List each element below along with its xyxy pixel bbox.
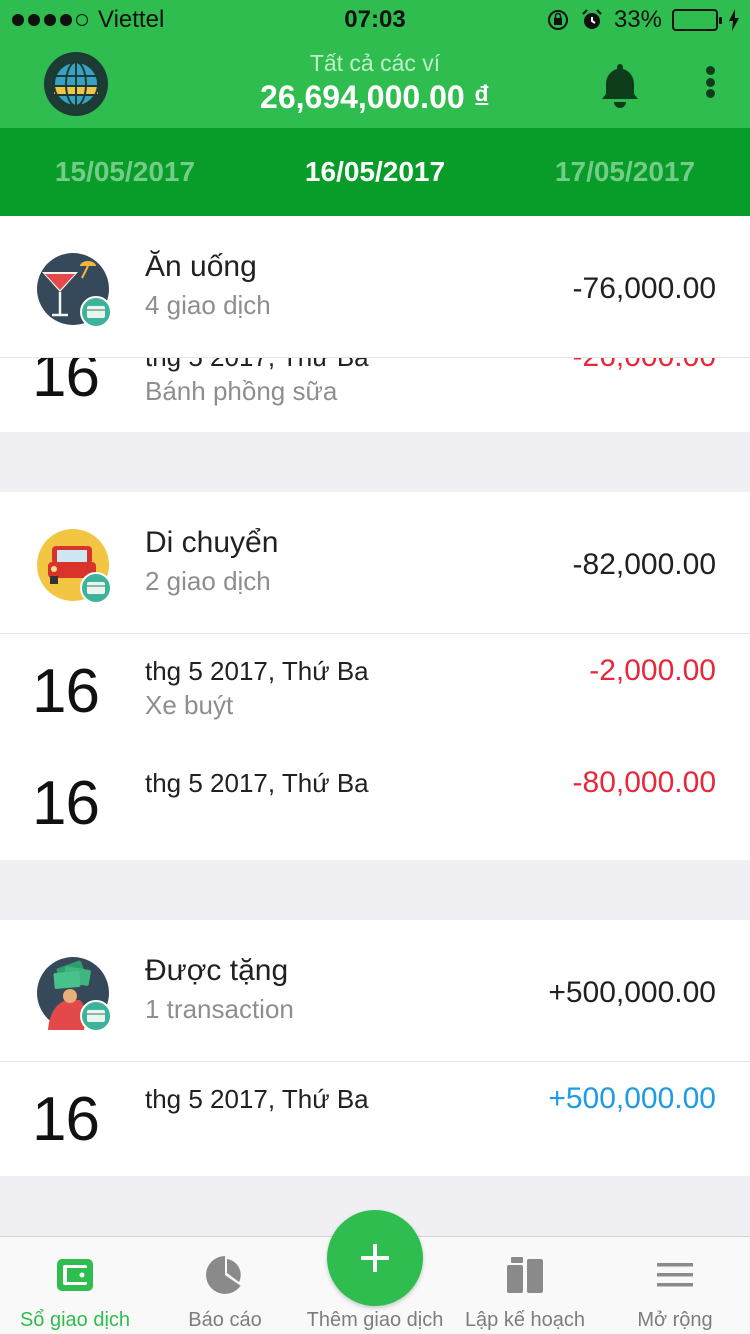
battery-icon xyxy=(672,9,722,31)
nav-label: Báo cáo xyxy=(188,1309,262,1331)
add-transaction-button[interactable] xyxy=(327,1210,423,1306)
category-name: Được tặng xyxy=(145,954,289,987)
transaction-amount: +500,000.00 xyxy=(548,1082,716,1115)
transaction-note: Xe buýt xyxy=(145,690,234,720)
car-icon xyxy=(36,528,112,604)
nav-label: Mở rộng xyxy=(637,1309,713,1331)
category-total: -82,000.00 xyxy=(572,548,716,581)
budget-icon xyxy=(507,1257,543,1293)
lock-rotation-icon xyxy=(547,10,568,30)
nav-reports[interactable]: Báo cáo xyxy=(150,1237,300,1334)
menu-icon xyxy=(657,1263,693,1287)
category-group-food: 16 thg 5 2017, Thứ Ba Bánh phồng sữa -26… xyxy=(0,216,750,432)
tab-date-current[interactable]: 16/05/2017 xyxy=(250,156,500,188)
nav-transactions[interactable]: Sổ giao dịch xyxy=(0,1237,150,1334)
tab-date-next[interactable]: 17/05/2017 xyxy=(500,156,750,188)
transaction-date: thg 5 2017, Thứ Ba xyxy=(145,656,369,686)
transaction-day: 16 xyxy=(32,1085,100,1154)
app-header: Tất cả các ví 26,694,000.00 ₫ xyxy=(0,40,750,128)
transaction-day: 16 xyxy=(32,657,100,726)
category-count: 4 giao dịch xyxy=(145,290,271,320)
status-bar: Viettel 07:03 33% xyxy=(0,0,750,40)
alarm-icon xyxy=(582,9,602,29)
transaction-note: Bánh phồng sữa xyxy=(145,376,338,406)
transaction-row[interactable]: 16 thg 5 2017, Thứ Ba Xe buýt -2,000.00 xyxy=(0,634,750,746)
category-group-transport: Di chuyển 2 giao dịch -82,000.00 16 thg … xyxy=(0,492,750,860)
transaction-amount: -80,000.00 xyxy=(572,766,716,799)
category-header[interactable]: Được tặng 1 transaction +500,000.00 xyxy=(0,920,750,1062)
category-total: -76,000.00 xyxy=(572,272,716,305)
category-name: Ăn uống xyxy=(145,250,257,283)
battery-percent: 33% xyxy=(613,6,662,33)
category-count: 2 giao dịch xyxy=(145,566,271,596)
charging-icon xyxy=(729,9,739,31)
pie-chart-icon xyxy=(206,1255,245,1294)
transaction-amount: -2,000.00 xyxy=(589,654,716,687)
transaction-date: thg 5 2017, Thứ Ba xyxy=(145,1084,369,1114)
tab-date-prev[interactable]: 15/05/2017 xyxy=(0,156,250,188)
gift-money-icon xyxy=(36,956,112,1032)
nav-label: Thêm giao dịch xyxy=(306,1309,444,1331)
plus-icon xyxy=(361,1244,389,1272)
nav-label: Sổ giao dịch xyxy=(19,1309,131,1331)
category-header[interactable]: Di chuyển 2 giao dịch -82,000.00 xyxy=(0,492,750,634)
category-group-gift: Được tặng 1 transaction +500,000.00 16 t… xyxy=(0,920,750,1176)
transaction-date: thg 5 2017, Thứ Ba xyxy=(145,768,369,798)
nav-planning[interactable]: Lập kế hoạch xyxy=(450,1237,600,1334)
date-tabs: 15/05/2017 16/05/2017 17/05/2017 xyxy=(0,128,750,216)
category-header[interactable]: Ăn uống 4 giao dịch -76,000.00 xyxy=(0,216,750,358)
transaction-row[interactable]: 16 thg 5 2017, Thứ Ba -80,000.00 xyxy=(0,746,750,858)
more-icon[interactable] xyxy=(698,62,722,102)
transaction-row[interactable]: 16 thg 5 2017, Thứ Ba +500,000.00 xyxy=(0,1062,750,1174)
wallet-icon xyxy=(57,1259,93,1291)
status-right: 33% xyxy=(546,6,740,34)
transaction-list[interactable]: 16 thg 5 2017, Thứ Ba Bánh phồng sữa -26… xyxy=(0,216,750,1236)
bell-icon[interactable] xyxy=(600,62,640,108)
category-count: 1 transaction xyxy=(145,994,294,1024)
category-total: +500,000.00 xyxy=(548,976,716,1009)
nav-label: Lập kế hoạch xyxy=(464,1309,586,1331)
nav-more[interactable]: Mở rộng xyxy=(600,1237,750,1334)
category-name: Di chuyển xyxy=(145,526,279,559)
transaction-day: 16 xyxy=(32,769,100,838)
food-drink-icon xyxy=(36,252,112,328)
